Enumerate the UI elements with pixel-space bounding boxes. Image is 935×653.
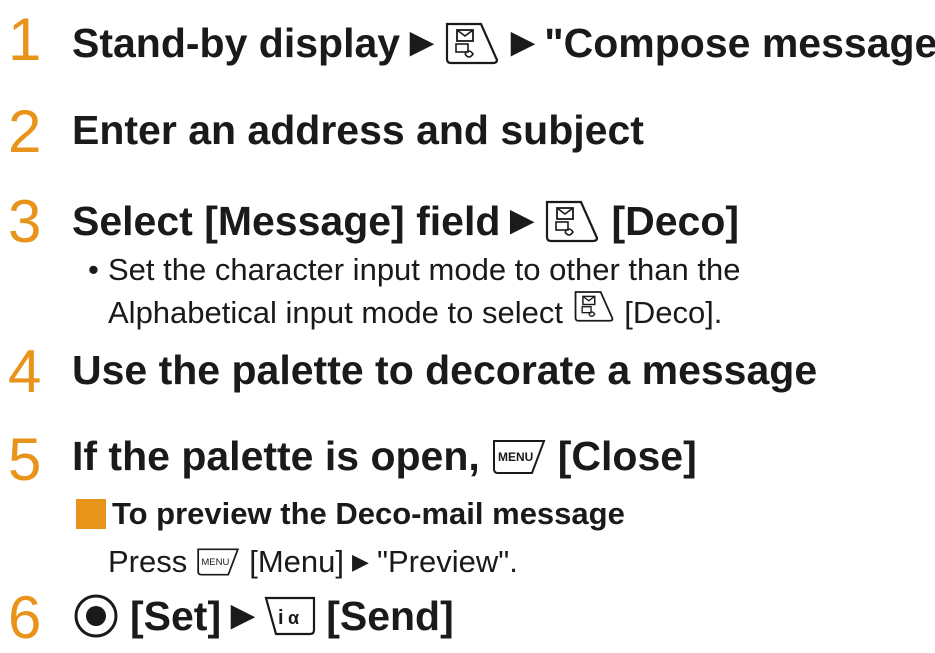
svg-text:MENU: MENU (498, 450, 533, 464)
step-number: 1 (8, 6, 42, 73)
note-text: [Deco]. (624, 294, 723, 330)
step-number: 2 (8, 98, 42, 165)
step-text: [Send] (326, 592, 454, 639)
note-text: Alphabetical input mode to select (108, 294, 563, 330)
step-text: Select [Message] field (72, 197, 501, 244)
arrow-icon: ▶ (410, 26, 434, 59)
svg-text:MENU: MENU (202, 557, 230, 568)
step-text: Stand-by display (72, 19, 401, 66)
step-text: "Compose message" (544, 19, 935, 66)
bullet: • (88, 252, 99, 287)
step-number: 6 (8, 584, 42, 651)
mail-key-icon (443, 20, 501, 66)
mail-key-icon (543, 198, 601, 244)
arrow-icon: ▶ (511, 26, 535, 59)
step-title: If the palette is open, MENU [Close] (72, 436, 697, 477)
step-number: 4 (8, 338, 42, 405)
step-text: [Close] (557, 433, 697, 479)
step-title: Use the palette to decorate a message (72, 347, 818, 393)
note-line: Set the character input mode to other th… (108, 252, 741, 287)
char-key-icon: i α (264, 594, 316, 638)
step-number: 5 (8, 426, 42, 493)
step-title: Stand-by display ▶ ▶ "Compose message" (72, 20, 935, 66)
step-title: [Set] ▶ i α [Send] (72, 592, 454, 640)
step-title: Enter an address and subject (72, 107, 644, 153)
arrow-icon: ▶ (352, 549, 369, 574)
sub-text: [Menu] (249, 544, 345, 579)
step-text: [Deco] (611, 197, 740, 244)
sub-instruction: Press MENU [Menu] ▶ "Preview". (108, 544, 518, 580)
sub-text: Press (108, 544, 188, 579)
menu-key-icon: MENU (490, 437, 548, 477)
sub-heading: To preview the Deco-mail message (76, 496, 625, 532)
sub-heading-text: To preview the Deco-mail message (112, 496, 625, 531)
menu-key-icon: MENU (195, 546, 241, 578)
svg-text:α: α (288, 608, 299, 628)
note-line: Alphabetical input mode to select [Deco]… (88, 289, 740, 332)
square-marker-icon (76, 499, 106, 529)
mail-key-icon (572, 289, 616, 323)
step-number: 3 (8, 188, 42, 255)
svg-text:i: i (278, 607, 284, 629)
step-note: • Set the character input mode to other … (88, 252, 740, 331)
step-text: If the palette is open, (72, 433, 480, 479)
center-key-icon (72, 592, 120, 640)
sub-text: "Preview". (376, 544, 518, 579)
arrow-icon: ▶ (510, 204, 534, 237)
step-title: Select [Message] field ▶ [Deco] (72, 198, 739, 244)
arrow-icon: ▶ (231, 599, 255, 632)
step-text: [Set] (130, 592, 222, 639)
